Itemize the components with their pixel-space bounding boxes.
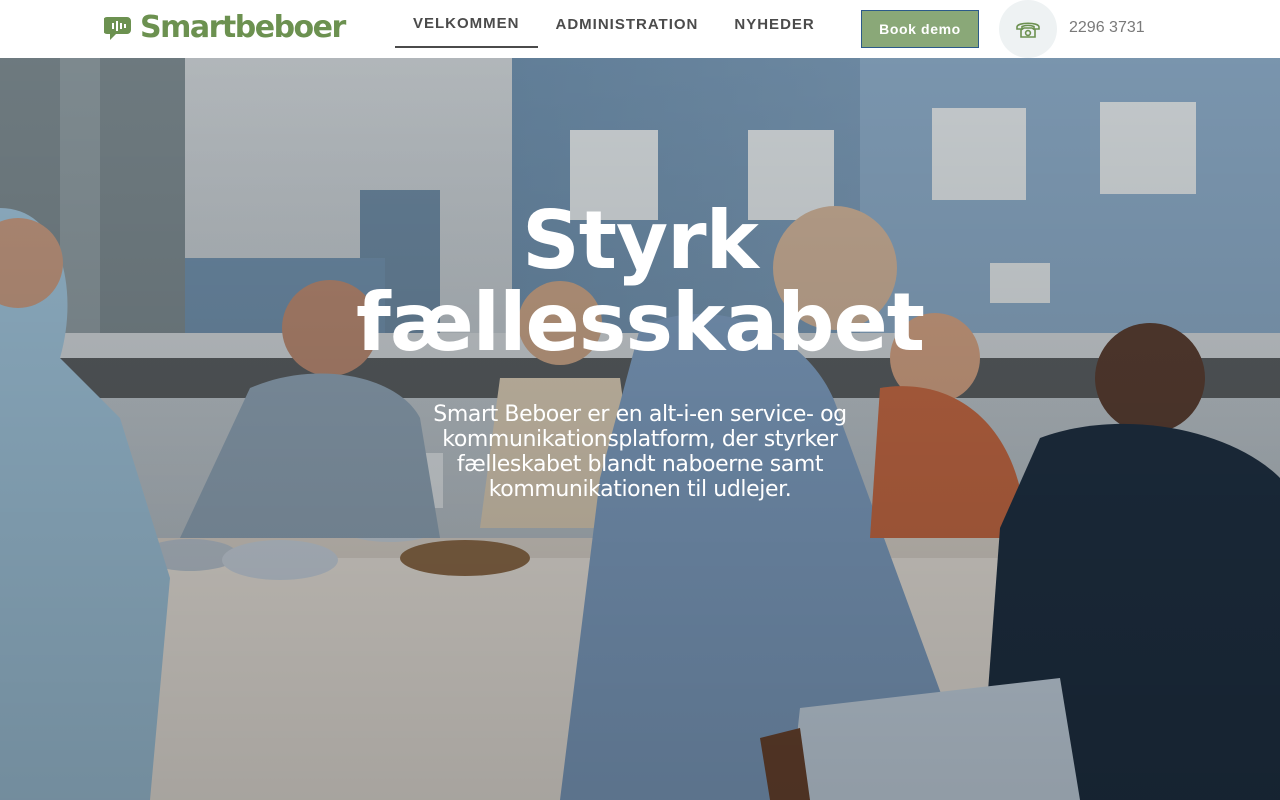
hero-section: Styrk fællesskabet Smart Beboer er en al… bbox=[0, 58, 1280, 800]
site-header: Smartbeboer VELKOMMEN ADMINISTRATION NYH… bbox=[0, 0, 1280, 58]
nav-item-administration[interactable]: ADMINISTRATION bbox=[538, 0, 717, 48]
hero-subtitle: Smart Beboer er en alt-i-en service- og … bbox=[433, 402, 847, 502]
book-demo-button[interactable]: Book demo bbox=[861, 10, 979, 48]
brand-logo[interactable]: Smartbeboer bbox=[104, 10, 346, 46]
hero-title-line1: Styrk bbox=[522, 194, 759, 287]
nav-item-nyheder[interactable]: NYHEDER bbox=[716, 0, 832, 48]
phone-button[interactable] bbox=[999, 0, 1057, 58]
main-nav: VELKOMMEN ADMINISTRATION NYHEDER bbox=[395, 0, 833, 48]
logo-chat-icon bbox=[104, 17, 131, 40]
hero-title-line2: fællesskabet bbox=[356, 276, 925, 369]
hero-title: Styrk fællesskabet bbox=[0, 200, 1280, 364]
phone-icon bbox=[1016, 22, 1040, 38]
phone-number[interactable]: 2296 3731 bbox=[1069, 19, 1145, 37]
nav-item-velkommen[interactable]: VELKOMMEN bbox=[395, 0, 538, 48]
brand-name: Smartbeboer bbox=[140, 10, 346, 45]
